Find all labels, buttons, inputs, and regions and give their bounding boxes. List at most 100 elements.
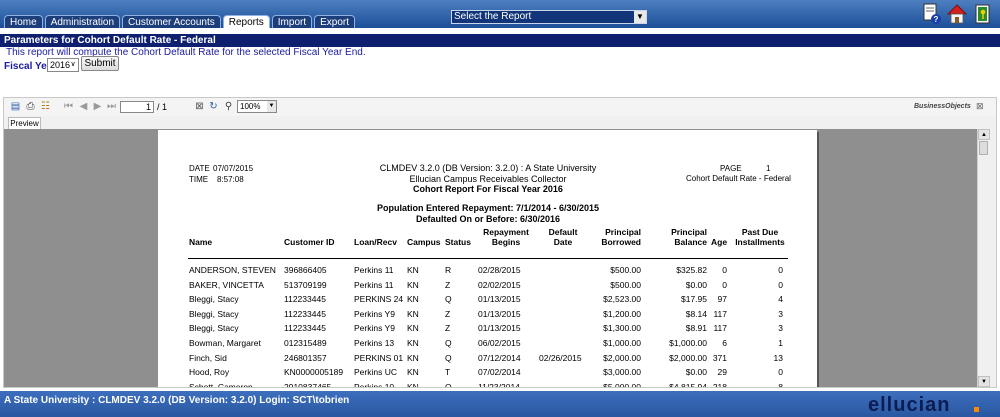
cell-balance: $2,000.00 <box>669 352 707 363</box>
first-page-icon[interactable]: ⏮ <box>63 101 74 112</box>
svg-text:?: ? <box>934 15 939 24</box>
page-total: / 1 <box>157 102 168 112</box>
cell-age: 218 <box>712 381 727 387</box>
header-divider <box>188 258 788 259</box>
zoom-select[interactable]: 100% ▼ <box>237 100 277 113</box>
time-label: TIME <box>189 175 209 184</box>
cell-loan: Perkins 11 <box>354 279 394 290</box>
cell-id: 112233445 <box>284 323 326 334</box>
cell-begins: 11/23/2014 <box>478 381 520 387</box>
ellucian-logo-dot <box>974 407 979 412</box>
tab-export[interactable]: Export <box>314 15 356 28</box>
cell-loan: Perkins Y9 <box>354 308 395 319</box>
search-icon[interactable]: ⚲ <box>223 101 234 112</box>
cell-name: Bleggi, Stacy <box>189 294 239 305</box>
businessobjects-logo: BusinessObjects <box>914 103 971 110</box>
tab-home[interactable]: Home <box>4 15 43 28</box>
col-past-due-2: Installments <box>735 237 785 247</box>
table-row: Schott, Cameron 2910837465 Perkins 10 KN Q 11… <box>158 382 817 387</box>
scroll-thumb[interactable] <box>979 141 988 155</box>
cell-campus: KN <box>407 308 419 319</box>
home-icon[interactable] <box>947 3 967 25</box>
population-line: Population Entered Repayment: 7/1/2014 -… <box>376 203 600 213</box>
logout-icon[interactable] <box>973 3 993 25</box>
cell-campus: KN <box>407 338 419 348</box>
report-title-line2: Ellucian Campus Receivables Collector <box>409 174 567 184</box>
scroll-down-icon[interactable]: ▼ <box>978 376 990 387</box>
date-value: 07/07/2015 <box>213 164 254 173</box>
col-default-date-2: Date <box>553 237 573 247</box>
cell-past-due: 3 <box>778 308 783 319</box>
cell-loan: Perkins 13 <box>354 338 395 348</box>
cell-loan: PERKINS 01 <box>354 352 404 363</box>
defaulted-line: Defaulted On or Before: 6/30/2016 <box>415 214 561 224</box>
cell-name: Bowman, Margaret <box>189 338 261 348</box>
cell-campus: KN <box>407 294 419 305</box>
next-page-icon[interactable]: ▶ <box>92 101 103 112</box>
report-page: DATE 07/07/2015 TIME 8:57:08 CLMDEV 3.2.… <box>158 130 817 387</box>
cell-age: 117 <box>713 308 727 319</box>
cell-loan: Perkins Y9 <box>354 323 395 334</box>
tab-customer-accounts[interactable]: Customer Accounts <box>122 15 221 28</box>
tab-import[interactable]: Import <box>271 15 313 28</box>
cell-age: 117 <box>713 323 727 334</box>
close-current-view-icon[interactable]: ⊠ <box>194 101 205 112</box>
cell-loan: Perkins UC <box>354 367 397 378</box>
cell-begins: 01/13/2015 <box>478 308 521 319</box>
cell-name: Bleggi, Stacy <box>189 308 239 319</box>
help-document-icon[interactable]: ? <box>922 3 942 25</box>
scroll-up-icon[interactable]: ▲ <box>978 129 990 140</box>
report-title-line3: Cohort Report For Fiscal Year 2016 <box>413 184 563 194</box>
page-value: 1 <box>766 164 771 173</box>
cell-begins: 07/02/2014 <box>478 367 521 378</box>
print-icon[interactable]: ⎙ <box>25 101 36 112</box>
col-campus: Campus <box>407 237 441 247</box>
table-row: Hood, Roy KN0000005189 Perkins UC KN T 07/02/… <box>158 367 817 381</box>
report-select-dropdown[interactable]: Select the Report ▼ <box>451 10 647 24</box>
last-page-icon[interactable]: ⏭ <box>106 101 117 112</box>
viewer-toolbar: ▤ ⎙ ☷ ⏮ ◀ ▶ ⏭ 1 / 1 ⊠ ↻ ⚲ 100% ▼ Busines… <box>4 98 996 116</box>
cell-balance: $1,000.00 <box>669 338 707 348</box>
cell-past-due: 0 <box>778 279 783 290</box>
cell-begins: 01/13/2015 <box>478 294 521 305</box>
cell-past-due: 3 <box>778 323 783 334</box>
cell-name: BAKER, VINCETTA <box>189 279 264 290</box>
col-repayment-begins-1: Repayment <box>483 227 529 237</box>
cell-past-due: 8 <box>778 381 783 387</box>
cell-age: 29 <box>717 367 727 378</box>
refresh-icon[interactable]: ↻ <box>208 101 219 112</box>
cell-past-due: 0 <box>778 265 783 275</box>
vertical-scrollbar[interactable]: ▲ ▼ <box>977 129 990 387</box>
cell-name: Hood, Roy <box>189 367 230 378</box>
cell-status: T <box>445 367 451 378</box>
cell-id: 246801357 <box>284 352 327 363</box>
cell-begins: 02/28/2015 <box>478 265 521 275</box>
submit-button[interactable]: Submit <box>81 56 119 71</box>
fiscal-year-select[interactable]: 2016 ∨ <box>47 58 79 72</box>
cell-id: 112233445 <box>284 308 326 319</box>
page-number-input[interactable]: 1 <box>120 101 154 113</box>
cell-begins: 01/13/2015 <box>478 323 521 334</box>
ellucian-logo: ellucian <box>868 394 951 416</box>
col-loan-recv: Loan/Recv <box>354 237 397 247</box>
cell-loan: Perkins 10 <box>354 381 395 387</box>
cell-campus: KN <box>407 279 419 290</box>
close-icon[interactable]: ⊠ <box>976 101 984 112</box>
cell-past-due: 13 <box>773 352 783 363</box>
tab-reports[interactable]: Reports <box>222 15 270 28</box>
group-tree-icon[interactable]: ☷ <box>40 101 51 112</box>
cell-borrowed: $500.00 <box>610 279 641 290</box>
table-row: BAKER, VINCETTA 513709199 Perkins 11 KN Z 02/… <box>158 280 817 294</box>
col-default-date-1: Default <box>548 227 578 237</box>
cell-age: 0 <box>722 265 727 275</box>
export-icon[interactable]: ▤ <box>10 101 21 112</box>
col-principal-balance-1: Principal <box>671 227 707 237</box>
cell-status: Q <box>445 294 452 305</box>
cell-age: 0 <box>722 279 727 290</box>
previous-page-icon[interactable]: ◀ <box>78 101 89 112</box>
tab-preview[interactable]: Preview <box>8 117 41 129</box>
cell-loan: PERKINS 24 <box>354 294 404 305</box>
cell-name: Finch, Sid <box>189 352 227 363</box>
date-label: DATE <box>189 164 210 173</box>
tab-administration[interactable]: Administration <box>44 15 121 28</box>
